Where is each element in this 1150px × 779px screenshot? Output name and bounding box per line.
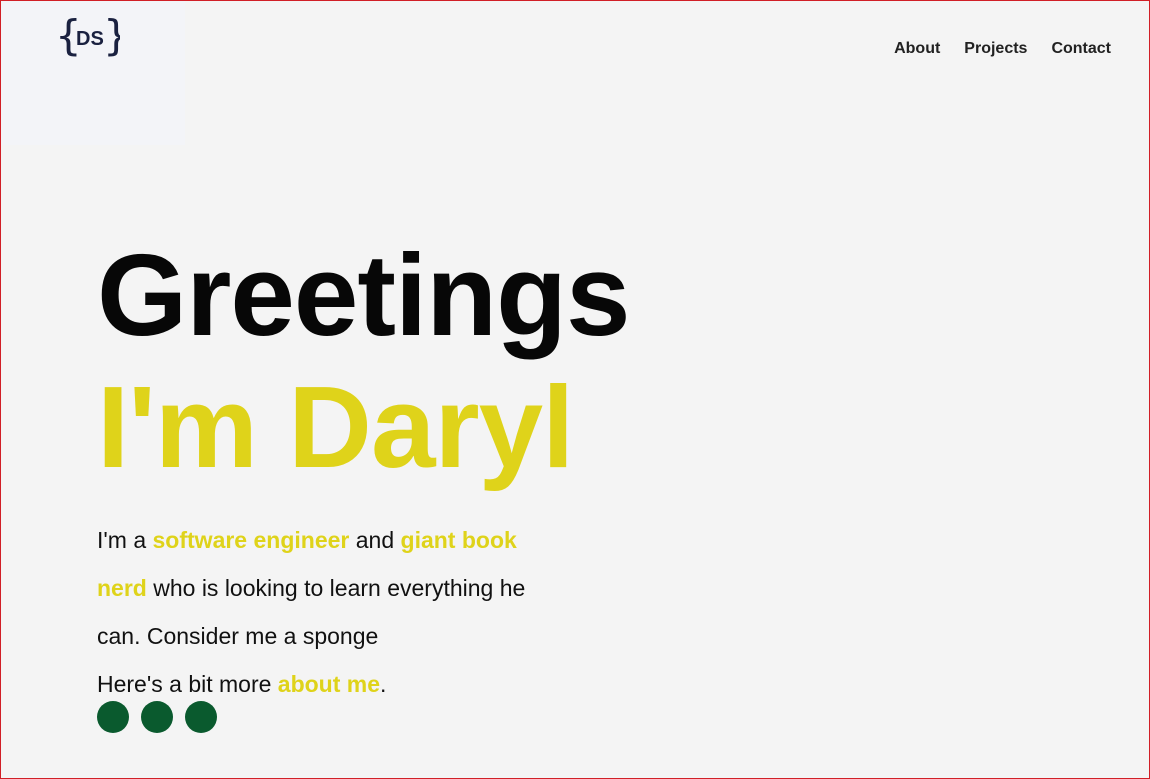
page: { DS } About Projects Contact Greetings …	[0, 0, 1150, 779]
bio-accent-software-engineer: software engineer	[152, 527, 350, 553]
more-suffix: .	[380, 671, 387, 697]
top-nav: About Projects Contact	[894, 39, 1111, 59]
carousel-dots	[97, 701, 217, 733]
ds-logo[interactable]: { DS }	[54, 10, 120, 68]
nav-contact-link[interactable]: Contact	[1051, 39, 1111, 59]
carousel-dot-1[interactable]	[97, 701, 129, 733]
nav-about-link[interactable]: About	[894, 39, 940, 59]
more-prefix: Here's a bit more	[97, 671, 278, 697]
nav-projects-link[interactable]: Projects	[964, 39, 1027, 59]
bio-paragraph: I'm a software engineer and giant book n…	[97, 516, 557, 660]
braces-logo-icon: { DS }	[55, 11, 120, 60]
svg-text:DS: DS	[76, 28, 104, 50]
logo-box: { DS }	[1, 1, 185, 145]
carousel-dot-3[interactable]	[185, 701, 217, 733]
about-me-link[interactable]: about me	[278, 671, 380, 697]
hero-section: Greetings I'm Daryl	[97, 229, 717, 493]
svg-text:}: }	[103, 11, 120, 60]
bio-text-1: I'm a	[97, 527, 153, 553]
hero-subtitle: I'm Daryl	[97, 362, 574, 492]
hero-title: Greetings	[97, 230, 630, 360]
carousel-dot-2[interactable]	[141, 701, 173, 733]
bio-text-3: who is looking to learn everything he ca…	[97, 575, 526, 649]
bio-text-2: and	[349, 527, 401, 553]
